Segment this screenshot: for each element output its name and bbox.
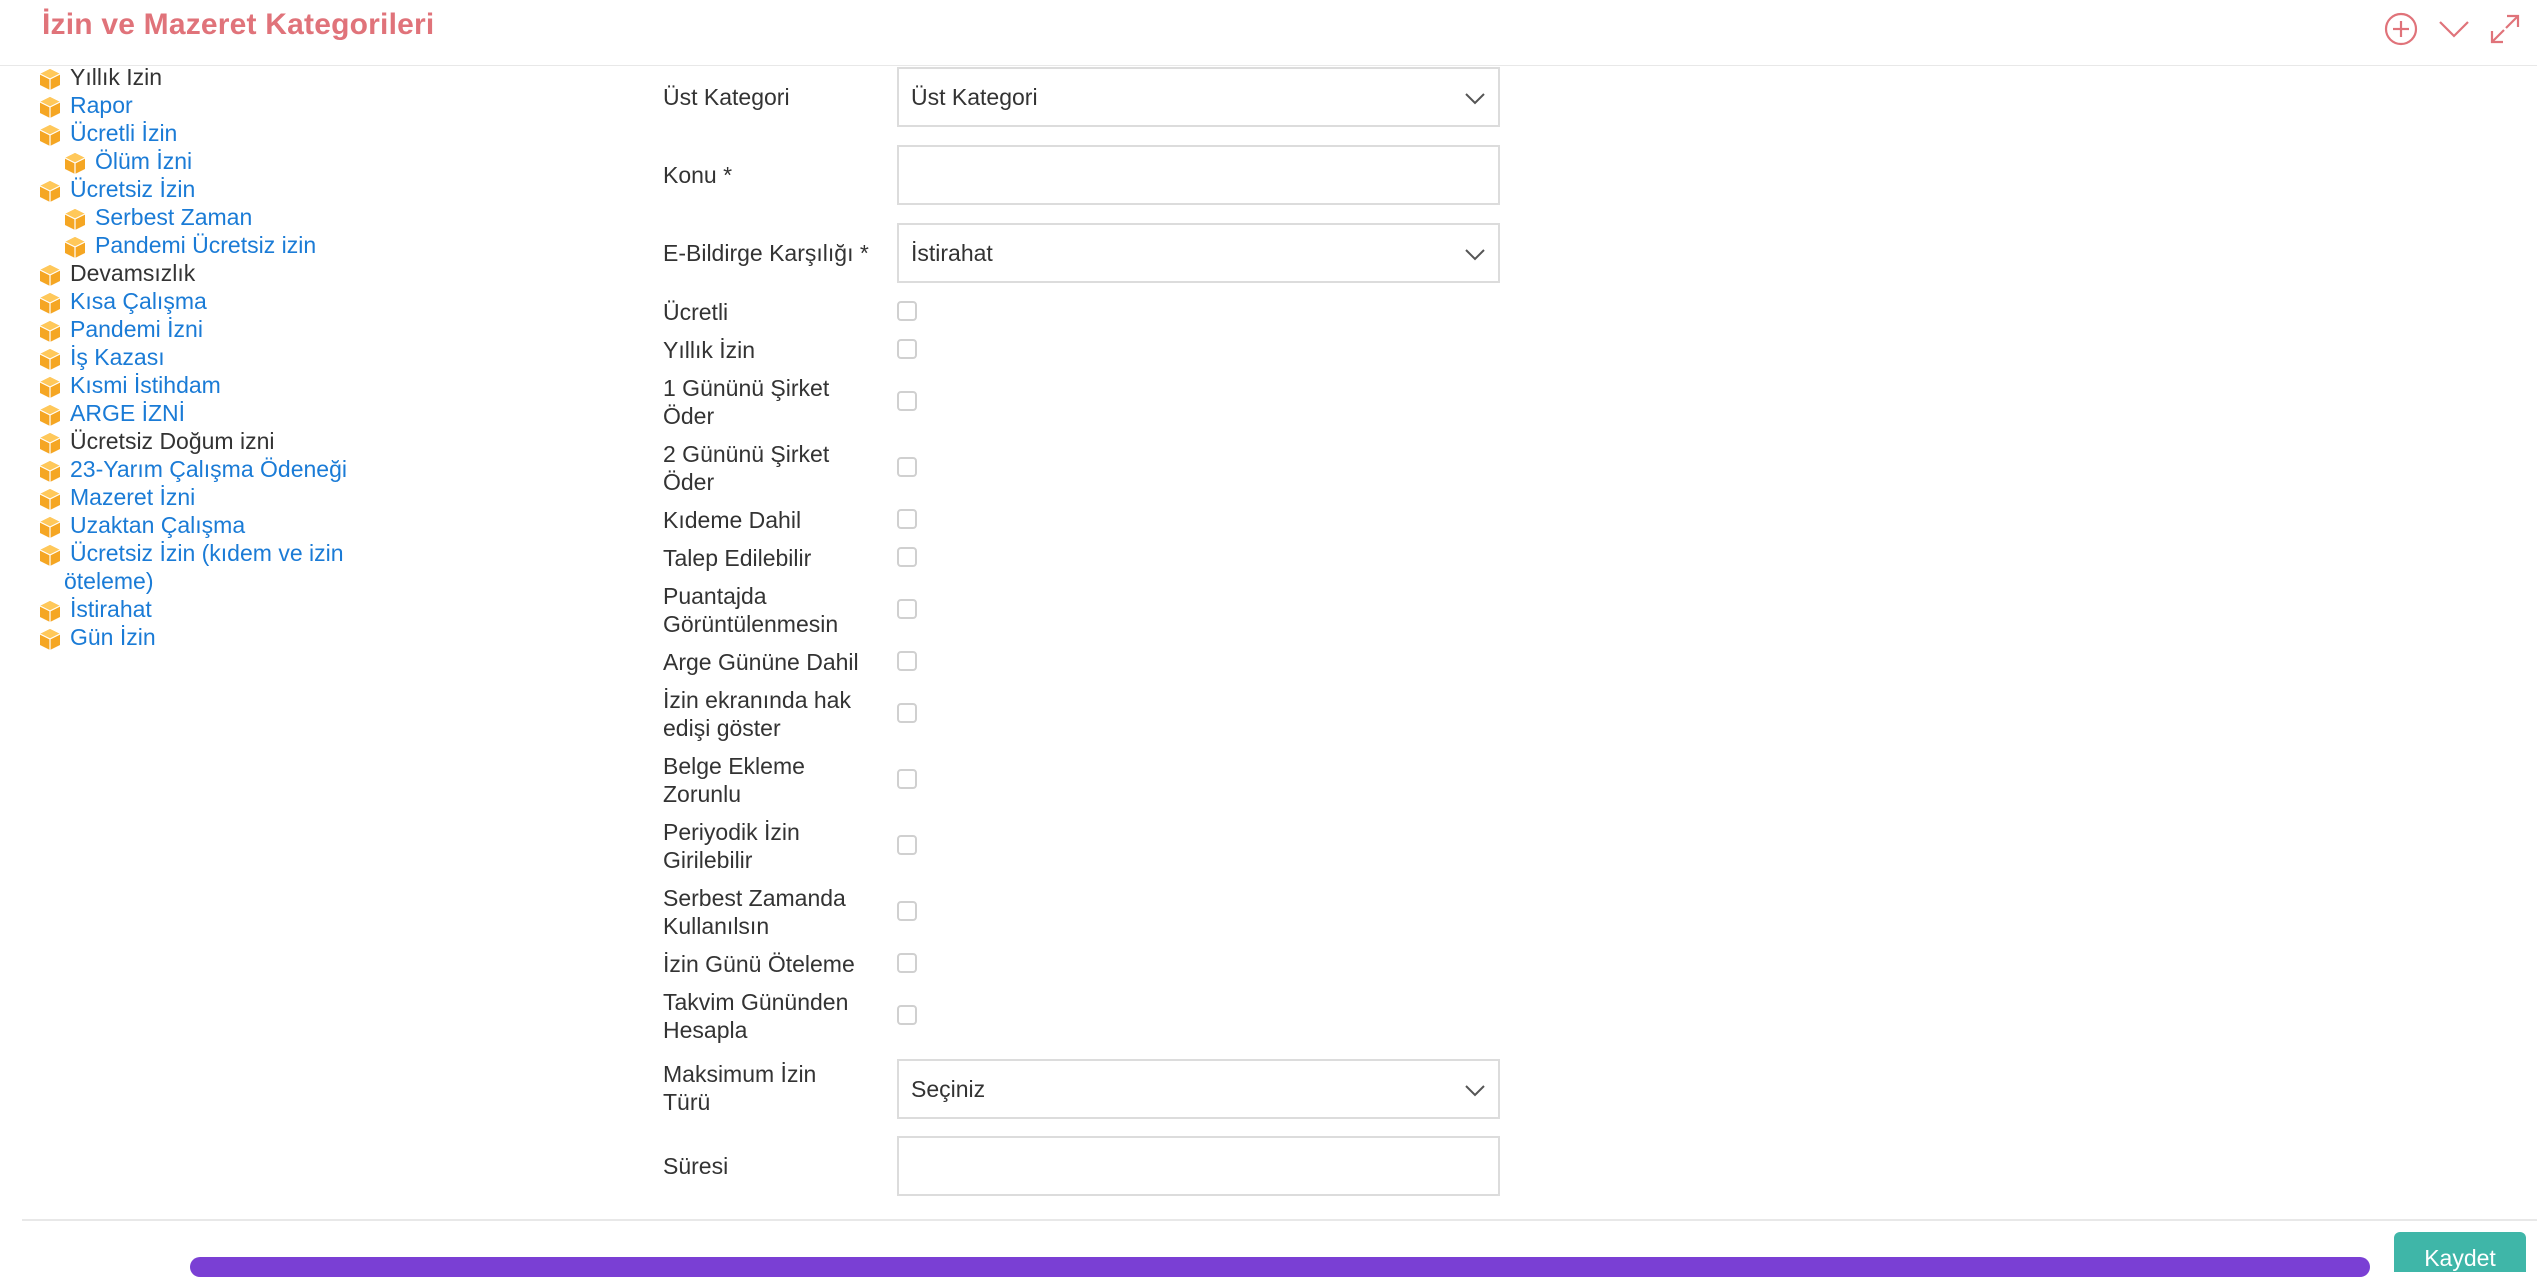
cube-icon (64, 153, 86, 174)
cube-icon (39, 97, 61, 118)
save-button[interactable]: Kaydet (2394, 1232, 2526, 1272)
gun1-sirket-label: 1 Gününü Şirket Öder (663, 375, 830, 429)
izin-gunu-oteleme-label: İzin Günü Öteleme (663, 951, 855, 977)
puantajda-label: Puantajda Görüntülenmesin (663, 583, 839, 637)
tree-item-label: Kısa Çalışma (70, 288, 207, 314)
tree-item-label: 23-Yarım Çalışma Ödeneği (70, 456, 347, 482)
suresi-label: Süresi (663, 1153, 729, 1179)
yillik-izin-checkbox[interactable] (897, 339, 917, 359)
tree-item-label-cont: öteleme) (64, 568, 154, 594)
cube-icon (39, 377, 61, 398)
cube-icon (39, 405, 61, 426)
panel-header: İzin ve Mazeret Kategorileri (0, 0, 2537, 66)
tree-item-label: Serbest Zaman (95, 204, 253, 230)
tree-item-label: Uzaktan Çalışma (70, 512, 246, 538)
serbest-zamanda-checkbox[interactable] (897, 901, 917, 921)
expand-icon[interactable] (2487, 11, 2523, 47)
yillik-izin-label: Yıllık İzin (663, 337, 756, 363)
chevron-down-icon[interactable] (2436, 11, 2472, 47)
izin-gunu-oteleme-checkbox[interactable] (897, 953, 917, 973)
tree-item-label: Pandemi Ücretsiz izin (95, 232, 317, 258)
ust-kategori-select[interactable]: Üst Kategori (897, 67, 1500, 127)
cube-icon (39, 489, 61, 510)
belge-ekleme-checkbox[interactable] (897, 769, 917, 789)
serbest-zamanda-label: Serbest Zamanda Kullanılsın (663, 885, 846, 939)
konu-input[interactable] (897, 145, 1500, 205)
add-circle-icon[interactable] (2383, 11, 2419, 47)
cube-icon (39, 517, 61, 538)
tree-item-label: Devamsızlık (70, 260, 196, 286)
tree-item-label: Ücretsiz Doğum izni (70, 428, 275, 454)
ucretli-label: Ücretli (663, 299, 729, 325)
arge-gunune-checkbox[interactable] (897, 651, 917, 671)
footer-divider (22, 1219, 2537, 1221)
tree-item-label: Ücretli İzin (70, 120, 178, 146)
cube-icon (39, 601, 61, 622)
maks-izin-label: Maksimum İzin Türü (663, 1061, 817, 1115)
bottom-bar (190, 1257, 2370, 1277)
tree-item-label: Mazeret İzni (70, 484, 196, 510)
chevron-down-icon (1465, 93, 1485, 105)
tree-item-label: İstirahat (70, 596, 152, 622)
chevron-down-icon (1465, 249, 1485, 261)
cube-icon (39, 321, 61, 342)
arge-gunune-label: Arge Gününe Dahil (663, 649, 859, 675)
cube-icon (39, 181, 61, 202)
suresi-input[interactable] (897, 1136, 1500, 1196)
hak-edisi-label: İzin ekranında hak edişi göster (663, 687, 851, 741)
ebildirge-label: E-Bildirge Karşılığı * (663, 240, 869, 266)
tree-item-label: Pandemi İzni (70, 316, 203, 342)
tree-item-label: Rapor (70, 92, 133, 118)
tree-item-label: Yıllık Izin (70, 64, 163, 90)
cube-icon (39, 461, 61, 482)
ust-kategori-value: Üst Kategori (911, 84, 1038, 110)
cube-icon (39, 349, 61, 370)
page-title: İzin ve Mazeret Kategorileri (42, 8, 435, 41)
tree-item-label: Ücretsiz İzin (kıdem ve izin (70, 540, 344, 566)
ebildirge-select[interactable]: İstirahat (897, 223, 1500, 283)
tree-item-label: Ölüm İzni (95, 148, 193, 174)
ebildirge-value: İstirahat (911, 240, 993, 266)
talep-edilebilir-checkbox[interactable] (897, 547, 917, 567)
tree-item-label: Ücretsiz İzin (70, 176, 196, 202)
belge-ekleme-label: Belge Ekleme Zorunlu (663, 753, 805, 807)
chevron-down-icon (1465, 1085, 1485, 1097)
cube-icon (64, 209, 86, 230)
maks-izin-value: Seçiniz (911, 1076, 986, 1102)
gun1-sirket-checkbox[interactable] (897, 391, 917, 411)
konu-label: Konu * (663, 162, 733, 188)
tree-item-label: İş Kazası (70, 344, 165, 370)
takvim-gunu-checkbox[interactable] (897, 1005, 917, 1025)
tree-item-label: Gün İzin (70, 624, 156, 650)
talep-edilebilir-label: Talep Edilebilir (663, 545, 812, 571)
hak-edisi-checkbox[interactable] (897, 703, 917, 723)
kideme-dahil-label: Kıdeme Dahil (663, 507, 802, 533)
cube-icon (64, 237, 86, 258)
cube-icon (39, 69, 61, 90)
cube-icon (39, 629, 61, 650)
gun2-sirket-checkbox[interactable] (897, 457, 917, 477)
ucretli-checkbox[interactable] (897, 301, 917, 321)
tree-item-label: Kısmi İstihdam (70, 372, 221, 398)
puantajda-checkbox[interactable] (897, 599, 917, 619)
periyodik-izin-label: Periyodik İzin Girilebilir (663, 819, 800, 873)
cube-icon (39, 293, 61, 314)
cube-icon (39, 125, 61, 146)
ust-kategori-label: Üst Kategori (663, 84, 790, 110)
cube-icon (39, 433, 61, 454)
kideme-dahil-checkbox[interactable] (897, 509, 917, 529)
periyodik-izin-checkbox[interactable] (897, 835, 917, 855)
tree-item-label: ARGE İZNİ (70, 400, 186, 426)
cube-icon (39, 265, 61, 286)
gun2-sirket-label: 2 Gününü Şirket Öder (663, 441, 830, 495)
maks-izin-select[interactable]: Seçiniz (897, 1059, 1500, 1119)
takvim-gunu-label: Takvim Gününden Hesapla (663, 989, 849, 1043)
cube-icon (39, 545, 61, 566)
